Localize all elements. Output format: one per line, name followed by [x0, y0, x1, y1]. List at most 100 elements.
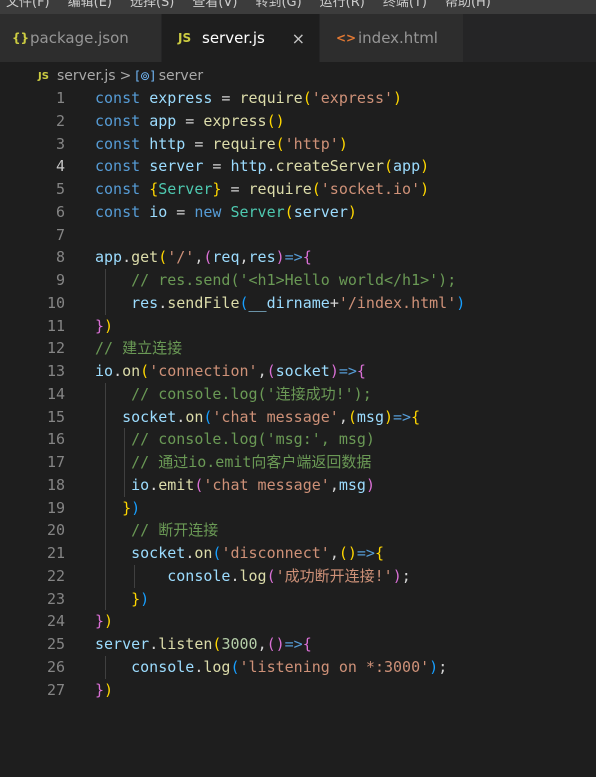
code-token: ): [392, 566, 402, 585]
menu-item[interactable]: 查看(V): [192, 0, 237, 10]
code-line[interactable]: 26 console.log('listening on *:3000');: [0, 655, 596, 679]
code-token: const: [95, 89, 150, 107]
line-number: 18: [46, 475, 65, 494]
code-token: req: [212, 248, 240, 267]
code-text: io.on('connection',(socket)=>{: [95, 360, 366, 383]
code-token: ): [384, 407, 394, 426]
code-line[interactable]: 1 const express = require('express'): [0, 87, 596, 110]
code-line[interactable]: 11}): [0, 315, 596, 338]
menu-item[interactable]: 转到(G): [255, 0, 301, 10]
breadcrumb-symbol[interactable]: server: [159, 68, 203, 84]
code-token: (: [266, 566, 276, 585]
code-token: 'chat message': [212, 407, 339, 426]
code-token: ,: [338, 407, 348, 426]
code-line[interactable]: 8 app.get('/',(req,res)=>{: [0, 246, 596, 269]
close-icon[interactable]: ×: [292, 29, 305, 48]
code-token: (: [275, 134, 285, 153]
code-token: emit: [158, 475, 195, 494]
code-line[interactable]: 12 // 建立连接: [0, 337, 596, 360]
code-token: const: [95, 180, 150, 198]
code-token: server: [293, 202, 348, 221]
code-token: (: [266, 362, 276, 380]
code-line[interactable]: 15 socket.on('chat message',(msg)=>{: [0, 405, 596, 429]
code-line[interactable]: 10 res.sendFile(__dirname+'/index.html'): [0, 291, 596, 315]
code-line[interactable]: 13 io.on('connection',(socket)=>{: [0, 360, 596, 383]
code-line[interactable]: 2 const app = express(): [0, 110, 596, 133]
code-line[interactable]: 20 // 断开连接: [0, 519, 596, 542]
menu-item[interactable]: 运行(R): [320, 0, 365, 10]
code-line[interactable]: 9 // res.send('<h1>Hello world</h1>');: [0, 269, 596, 292]
code-token: Server: [230, 202, 285, 221]
code-line[interactable]: 16 // console.log('msg:', msg): [0, 428, 596, 451]
menu-item[interactable]: 编辑(E): [68, 0, 112, 10]
code-line[interactable]: 22 console.log('成功断开连接!');: [0, 564, 596, 588]
line-number: 10: [46, 293, 65, 312]
code-token: res: [248, 248, 276, 267]
code-token: ): [131, 498, 141, 517]
tab-package-json[interactable]: {} package.json: [0, 14, 162, 62]
code-editor[interactable]: 1 const express = require('express') 2 cons…: [0, 87, 596, 701]
code-line[interactable]: 5 const {Server} = require('socket.io'): [0, 178, 596, 201]
code-line[interactable]: 14 // console.log('连接成功!');: [0, 382, 596, 406]
code-text: // 通过io.emit向客户端返回数据: [95, 451, 371, 474]
code-text: }): [95, 315, 113, 338]
code-token: (: [230, 657, 240, 676]
code-token: log: [203, 657, 231, 676]
code-line[interactable]: 18 io.emit('chat message',msg): [0, 473, 596, 497]
code-text: const app = express(): [95, 110, 285, 133]
code-token: ): [104, 680, 114, 699]
tab-server-js[interactable]: JS server.js ×: [162, 14, 320, 62]
code-token: server: [95, 635, 150, 653]
code-token: }: [95, 316, 105, 335]
code-token: const: [95, 202, 150, 221]
code-line[interactable]: 21 socket.on('disconnect',()=>{: [0, 542, 596, 565]
code-token: require: [248, 180, 312, 198]
js-file-icon: JS: [178, 31, 192, 45]
code-line[interactable]: 25 server.listen(3000,()=>{: [0, 633, 596, 656]
code-text: // 建立连接: [95, 337, 182, 360]
line-number: 2: [55, 111, 65, 130]
code-line[interactable]: 6 const io = new Server(server): [0, 201, 596, 224]
line-number: 4: [55, 157, 65, 176]
code-line[interactable]: 4 const server = http.createServer(app): [0, 155, 596, 178]
code-text: // res.send('<h1>Hello world</h1>');: [95, 269, 456, 292]
code-text: // console.log('msg:', msg): [95, 428, 375, 451]
code-line[interactable]: 24}): [0, 610, 596, 633]
line-number: 21: [46, 544, 65, 562]
code-line[interactable]: 19 }): [0, 496, 596, 520]
code-line[interactable]: 3 const http = require('http'): [0, 133, 596, 156]
code-token: =: [176, 111, 204, 130]
code-token: {: [302, 635, 312, 653]
code-token: io: [149, 202, 168, 221]
breadcrumb-file[interactable]: server.js: [57, 68, 116, 84]
code-token: // console.log('msg:', msg): [131, 430, 375, 449]
code-token: const: [95, 157, 150, 176]
code-line[interactable]: 23 }): [0, 587, 596, 611]
code-line[interactable]: 7: [0, 224, 596, 247]
tab-label: package.json: [30, 29, 129, 47]
menu-item[interactable]: 帮助(H): [445, 0, 491, 10]
code-token: {: [302, 248, 312, 267]
code-token: }: [95, 680, 105, 699]
code-token: ): [429, 657, 439, 676]
menu-item[interactable]: 文件(F): [6, 0, 50, 10]
tab-index-html[interactable]: <> index.html: [320, 14, 464, 62]
code-line[interactable]: 17 // 通过io.emit向客户端返回数据: [0, 451, 596, 474]
code-token: ): [420, 157, 430, 176]
menu-item[interactable]: 选择(S): [130, 0, 174, 10]
code-token: console: [131, 657, 195, 676]
code-token: {: [356, 362, 366, 380]
code-line[interactable]: 27}): [0, 679, 596, 702]
menu-item[interactable]: 终端(T): [383, 0, 427, 10]
code-token: ): [140, 589, 150, 608]
line-number: 13: [46, 362, 65, 380]
code-token: .: [230, 566, 240, 585]
line-number: 14: [46, 384, 65, 403]
code-token: // 通过io.emit向客户端返回数据: [131, 453, 372, 471]
code-token: on: [194, 544, 213, 562]
